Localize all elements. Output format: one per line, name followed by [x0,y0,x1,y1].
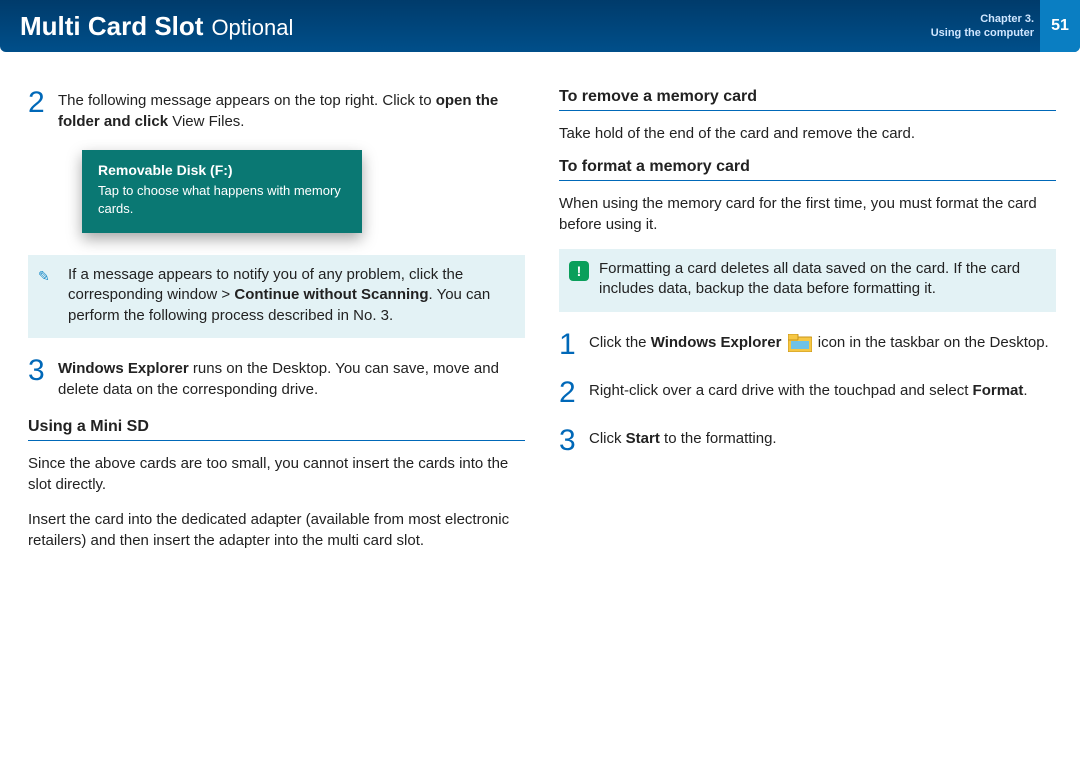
step3-bold: Windows Explorer [58,360,189,377]
mini-sd-p2: Insert the card into the dedicated adapt… [28,509,525,551]
step2-text-c: View Files. [168,113,244,130]
step-text: Click the Windows Explorer icon in the t… [589,330,1049,360]
note-text-bold: Continue without Scanning [234,286,428,303]
fs2-c: . [1023,382,1027,399]
notification-toast: Removable Disk (F:) Tap to choose what h… [82,150,362,233]
format-step-1: 1 Click the Windows Explorer icon in the… [559,330,1056,360]
alert-icon: ! [569,259,593,300]
chapter-line1: Chapter 3. [931,12,1034,26]
header-left: Multi Card Slot Optional [20,11,293,42]
fs3-a: Click [589,430,626,447]
format-step-3: 3 Click Start to the formatting. [559,426,1056,456]
step-2: 2 The following message appears on the t… [28,88,525,132]
fs1-a: Click the [589,334,651,351]
note-box: ✎ If a message appears to notify you of … [28,255,525,338]
header-right: Chapter 3. Using the computer 51 [931,0,1080,52]
step-text: Right-click over a card drive with the t… [589,378,1028,408]
chapter-line2: Using the computer [931,26,1034,40]
fs2-a: Right-click over a card drive with the t… [589,382,973,399]
fs2-bold: Format [973,382,1024,399]
right-column: To remove a memory card Take hold of the… [559,88,1056,565]
step-number: 2 [559,378,579,408]
fs1-bold: Windows Explorer [651,334,782,351]
page-header: Multi Card Slot Optional Chapter 3. Usin… [0,0,1080,52]
fs1-c: icon in the taskbar on the Desktop. [818,334,1049,351]
step-number: 2 [28,88,48,132]
chapter-info: Chapter 3. Using the computer [931,12,1034,41]
remove-card-p1: Take hold of the end of the card and rem… [559,123,1056,144]
step-text: The following message appears on the top… [58,88,525,132]
step-text: Click Start to the formatting. [589,426,777,456]
subheading-mini-sd: Using a Mini SD [28,418,525,441]
subheading-remove-card: To remove a memory card [559,88,1056,111]
format-card-p1: When using the memory card for the first… [559,193,1056,235]
fs3-bold: Start [626,430,660,447]
step2-text-a: The following message appears on the top… [58,92,436,109]
left-column: 2 The following message appears on the t… [28,88,525,565]
pencil-icon: ✎ [38,265,62,326]
step-number: 1 [559,330,579,360]
page-content: 2 The following message appears on the t… [0,52,1080,565]
windows-explorer-icon [788,334,812,352]
step-text: Windows Explorer runs on the Desktop. Yo… [58,356,525,400]
warning-text: Formatting a card deletes all data saved… [599,259,1044,300]
toast-title: Removable Disk (F:) [98,162,346,178]
format-step-2: 2 Right-click over a card drive with the… [559,378,1056,408]
subheading-format-card: To format a memory card [559,158,1056,181]
step-3: 3 Windows Explorer runs on the Desktop. … [28,356,525,400]
page-title: Multi Card Slot [20,11,203,42]
warning-box: ! Formatting a card deletes all data sav… [559,249,1056,312]
step-number: 3 [28,356,48,400]
page-subtitle: Optional [211,15,293,41]
mini-sd-p1: Since the above cards are too small, you… [28,453,525,495]
note-text: If a message appears to notify you of an… [68,265,513,326]
step-number: 3 [559,426,579,456]
toast-body: Tap to choose what happens with memory c… [98,182,346,217]
fs3-c: to the formatting. [660,430,777,447]
page-number-badge: 51 [1040,0,1080,52]
